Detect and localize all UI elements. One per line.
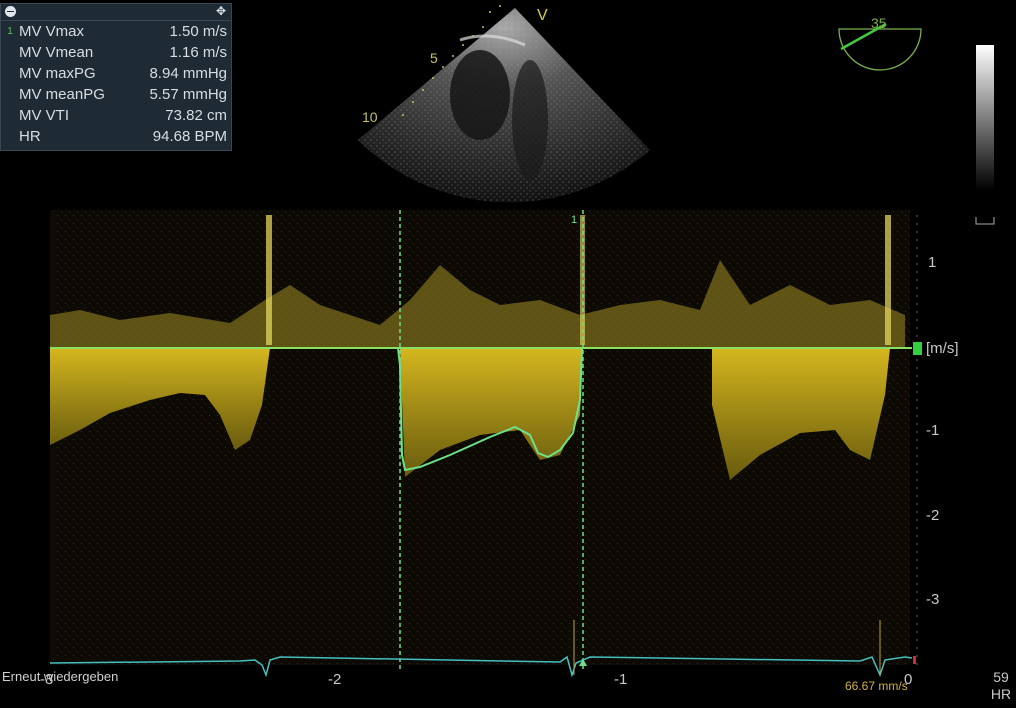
measurement-index [1, 105, 19, 126]
y-tick-minus-1: -1 [926, 422, 940, 439]
probe-angle-value: 35 [871, 15, 887, 31]
measurement-row: MV VTI 73.82 cm [1, 105, 231, 126]
baseline-handle[interactable] [913, 342, 922, 355]
measurement-value: 73.82 cm [165, 107, 227, 124]
measurement-index: 1 [7, 26, 13, 37]
grayscale-bar [975, 45, 995, 225]
measurement-row: MV Vmean 1.16 m/s [1, 42, 231, 63]
measurement-index [1, 42, 19, 63]
measurement-value: 5.57 mmHg [149, 86, 227, 103]
heart-rate-label: HR [990, 686, 1012, 702]
measurement-label: MV meanPG [19, 86, 105, 103]
probe-angle-icon: 35 [838, 15, 922, 71]
measurement-label: MV VTI [19, 107, 70, 124]
measurement-row: 1 MV Vmax 1.50 m/s [1, 21, 231, 42]
y-tick-1: 1 [928, 254, 937, 271]
velocity-unit-label: [m/s] [926, 340, 959, 357]
doppler-spectrum: 1 [49, 210, 922, 678]
measurement-index [1, 63, 19, 84]
move-icon[interactable]: ✥ [216, 4, 226, 18]
measurement-label: MV Vmean [19, 44, 94, 61]
measurement-index [1, 126, 19, 147]
measurement-index [1, 84, 19, 105]
cursor-marker: 1 [571, 214, 577, 226]
depth-label-5: 5 [430, 50, 438, 66]
measurement-value: 1.50 m/s [169, 23, 227, 40]
measurement-label: MV maxPG [19, 65, 96, 82]
measurement-row: HR 94.68 BPM [1, 126, 231, 147]
echo-sector-image: 5 10 V [358, 5, 650, 203]
measurement-label: HR [19, 128, 41, 145]
x-tick-minus-1: -1 [614, 671, 628, 688]
measurement-row: MV maxPG 8.94 mmHg [1, 63, 231, 84]
measurement-value: 94.68 BPM [152, 128, 227, 145]
depth-label-10: 10 [362, 109, 378, 125]
measurement-panel: ✥ 1 MV Vmax 1.50 m/s MV Vmean 1.16 m/s MV max… [0, 3, 232, 151]
x-tick-minus-2: -2 [328, 671, 342, 688]
heart-rate-value: 59 [993, 669, 1009, 685]
measurement-row: MV meanPG 5.57 mmHg [1, 84, 231, 105]
collapse-icon[interactable] [5, 6, 16, 17]
y-tick-minus-2: -2 [926, 507, 940, 524]
measurement-table: 1 MV Vmax 1.50 m/s MV Vmean 1.16 m/s MV maxPG… [1, 21, 231, 147]
measurement-value: 1.16 m/s [169, 44, 227, 61]
sweep-speed: 66.67 mm/s [845, 679, 908, 693]
replay-status[interactable]: Erneut wiedergeben [2, 669, 118, 684]
measurement-value: 8.94 mmHg [149, 65, 227, 82]
orientation-marker: V [537, 7, 548, 24]
measurement-panel-header: ✥ [1, 4, 231, 21]
y-tick-minus-3: -3 [926, 591, 940, 608]
measurement-label: MV Vmax [19, 23, 85, 40]
